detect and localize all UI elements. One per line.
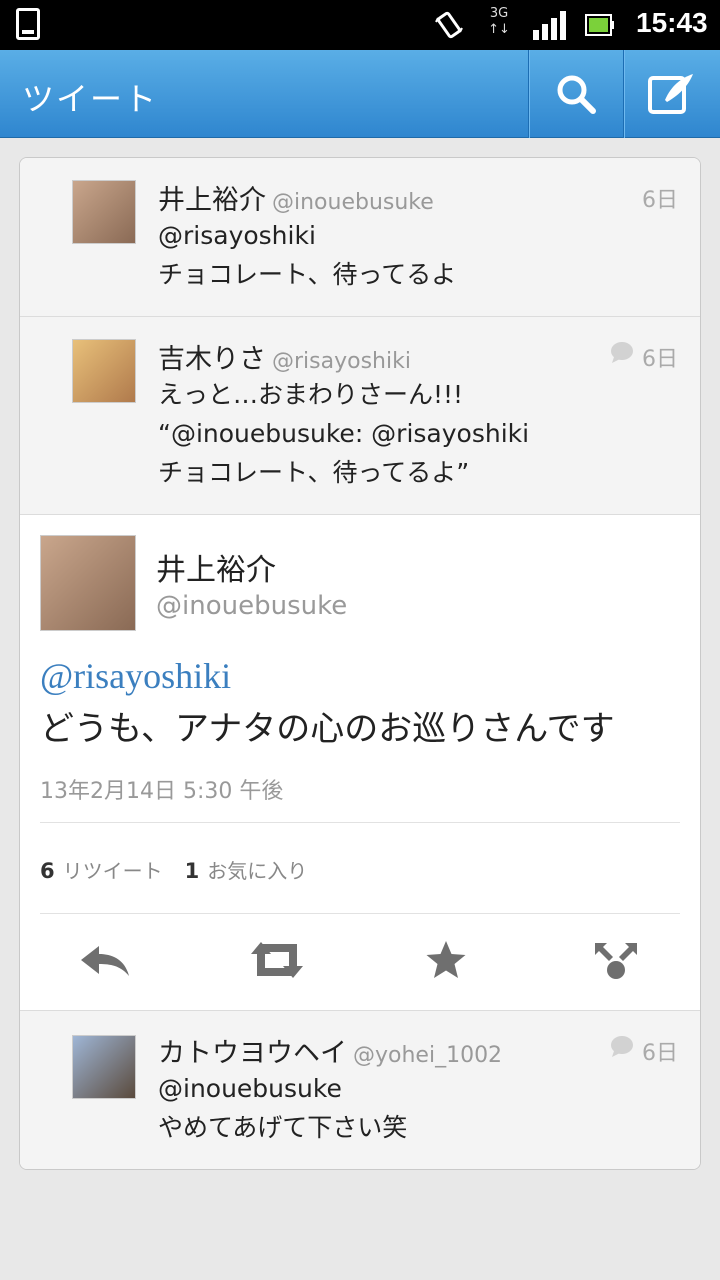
tweet-time: 6日 bbox=[642, 188, 678, 213]
share-icon bbox=[595, 943, 637, 979]
tweet-timestamp: 13年2月14日 5:30 午後 bbox=[40, 779, 284, 804]
tweet-text-line: “@inouebusuke: @risayoshiki bbox=[158, 419, 530, 448]
favorite-stat[interactable]: 1 お気に入り bbox=[185, 859, 308, 883]
tweet-text-line: チョコレート、待ってるよ” bbox=[158, 458, 470, 487]
avatar[interactable] bbox=[72, 339, 136, 403]
tweet-text-line: チョコレート、待ってるよ bbox=[158, 260, 457, 289]
divider bbox=[623, 50, 625, 138]
compose-icon bbox=[648, 74, 693, 114]
search-button[interactable] bbox=[531, 50, 621, 138]
divider bbox=[528, 50, 530, 138]
compose-button[interactable] bbox=[626, 50, 716, 138]
tweet-time: 6日 bbox=[642, 347, 678, 372]
reply-button[interactable] bbox=[70, 935, 140, 985]
search-icon bbox=[557, 75, 596, 114]
signal-icon bbox=[533, 11, 566, 40]
tweet-time: 6日 bbox=[642, 1041, 678, 1066]
author-handle: @inouebusuke bbox=[272, 190, 434, 215]
tweet-author: カトウヨウヘイ @yohei_1002 bbox=[158, 1031, 502, 1070]
favorite-icon bbox=[426, 941, 466, 978]
tweet-text-line: えっと…おまわりさーん!!! bbox=[158, 380, 464, 409]
conversation-bubble-icon bbox=[611, 1036, 633, 1057]
tweet-text-line: やめてあげて下さい笑 bbox=[158, 1113, 408, 1142]
reply-tweet[interactable]: カトウヨウヘイ @yohei_1002 6日 @inouebusuke やめてあげ… bbox=[20, 1010, 700, 1169]
tweet-text: どうも、アナタの心のお巡りさんです bbox=[40, 709, 615, 749]
main-tweet: 井上裕介 @inouebusuke @risayoshiki どうも、アナタの心… bbox=[20, 515, 700, 1010]
author-handle: @inouebusuke bbox=[156, 591, 348, 621]
avatar[interactable] bbox=[72, 180, 136, 244]
conversation-tweet[interactable]: 吉木りさ @risayoshiki 6日 えっと…おまわりさーん!!! “@ino… bbox=[20, 317, 700, 515]
screen-rotation-icon bbox=[435, 11, 463, 39]
favorite-count: 1 bbox=[184, 859, 200, 883]
author-handle: @risayoshiki bbox=[272, 349, 411, 374]
favorite-button[interactable] bbox=[411, 935, 481, 985]
mention-link[interactable]: @risayoshiki bbox=[40, 655, 231, 697]
author-name: 吉木りさ bbox=[158, 344, 266, 375]
retweet-label: リツイート bbox=[62, 859, 163, 883]
action-bar: ツイート bbox=[0, 50, 720, 138]
divider bbox=[40, 913, 680, 914]
retweet-count: 6 bbox=[40, 859, 55, 883]
retweet-button[interactable] bbox=[242, 935, 312, 985]
author-name: カトウヨウヘイ bbox=[158, 1038, 347, 1069]
tweet-text-line: @risayoshiki bbox=[158, 221, 316, 250]
avatar[interactable] bbox=[40, 535, 136, 631]
tweet-stats: 6 リツイート 1 お気に入り bbox=[40, 855, 307, 884]
retweet-stat[interactable]: 6 リツイート bbox=[40, 859, 163, 883]
network-type: 3G ↑↓ bbox=[486, 6, 512, 42]
data-arrows-icon: ↑↓ bbox=[488, 22, 510, 37]
favorite-label: お気に入り bbox=[207, 859, 308, 883]
clock: 15:43 bbox=[636, 7, 708, 38]
tweet-text-line: @inouebusuke bbox=[158, 1074, 342, 1103]
author-name: 井上裕介 bbox=[156, 553, 276, 588]
author-handle: @yohei_1002 bbox=[353, 1043, 503, 1068]
author-name: 井上裕介 bbox=[158, 185, 266, 216]
battery-icon bbox=[585, 14, 614, 36]
tweet-detail-card: 井上裕介 @inouebusuke 6日 @risayoshiki チョコレート、… bbox=[19, 157, 701, 1170]
tweet-author: 吉木りさ @risayoshiki bbox=[158, 337, 411, 376]
tweet-author: 井上裕介 @inouebusuke bbox=[158, 178, 434, 217]
reply-icon bbox=[81, 946, 129, 976]
share-button[interactable] bbox=[581, 935, 651, 985]
status-bar: 3G ↑↓ 15:43 bbox=[0, 0, 720, 50]
avatar[interactable] bbox=[72, 1035, 136, 1099]
conversation-tweet[interactable]: 井上裕介 @inouebusuke 6日 @risayoshiki チョコレート、… bbox=[20, 158, 700, 317]
divider bbox=[40, 822, 680, 823]
retweet-icon bbox=[251, 942, 303, 978]
device-icon bbox=[16, 8, 40, 40]
page-title: ツイート bbox=[22, 80, 159, 118]
conversation-bubble-icon bbox=[611, 342, 633, 363]
